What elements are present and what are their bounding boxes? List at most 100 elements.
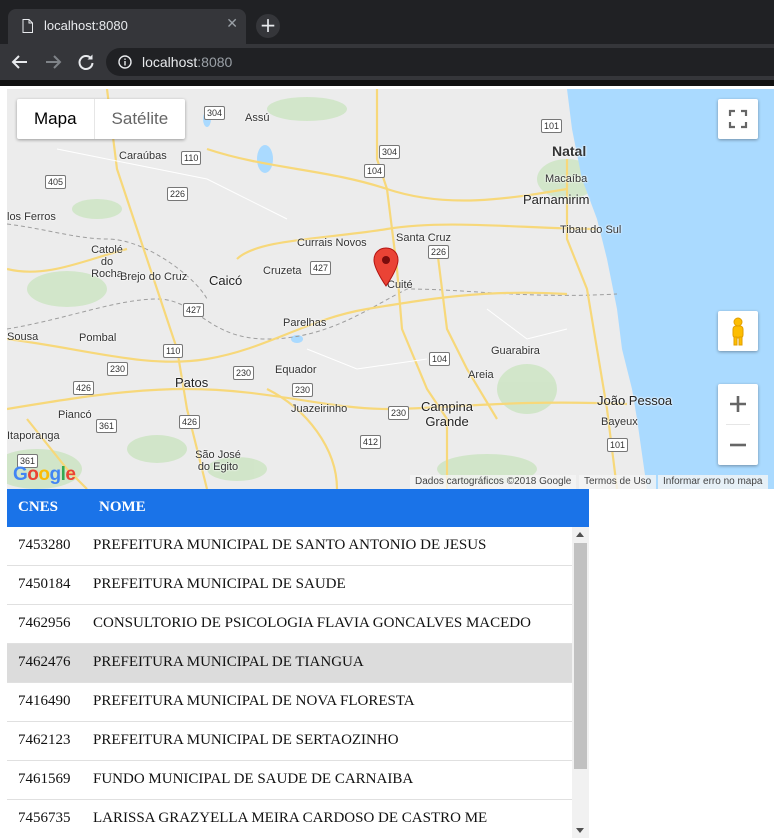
cell-cnes: 7450184 (18, 576, 71, 592)
table-scrollbar[interactable] (572, 527, 589, 838)
cell-cnes: 7453280 (18, 537, 71, 553)
road-shield: 427 (310, 261, 332, 275)
zoom-out-icon[interactable] (718, 425, 758, 465)
cell-cnes: 7461569 (18, 771, 71, 787)
map-label-caraubas: Caraúbas (119, 150, 167, 162)
road-shield: 230 (233, 366, 255, 380)
road-shield: 304 (204, 106, 226, 120)
map-label-bayeux: Bayeux (601, 416, 638, 428)
street-view-button[interactable] (718, 311, 758, 351)
map-label-equador: Equador (275, 364, 317, 376)
fullscreen-icon (728, 109, 748, 129)
map-type-control: Mapa Satélite (17, 99, 186, 139)
info-icon[interactable] (118, 55, 132, 69)
map-label-parelhas: Parelhas (283, 317, 327, 329)
cell-nome: PREFEITURA MUNICIPAL DE SERTAOZINHO (93, 732, 399, 748)
back-icon[interactable] (9, 51, 31, 73)
map-type-satellite-button[interactable]: Satélite (93, 99, 186, 139)
scroll-up-icon[interactable] (576, 532, 584, 537)
zoom-in-icon[interactable] (718, 384, 758, 424)
map-label-natal: Natal (552, 143, 587, 159)
results-table: CNES NOME 7453280 PREFEITURA MUNICIPAL D… (7, 489, 589, 838)
page-icon (22, 19, 33, 33)
browser-tab[interactable]: localhost:8080 ✕ (8, 9, 246, 44)
reload-icon[interactable] (75, 51, 97, 73)
map-marker-icon[interactable] (373, 247, 399, 287)
map-label-pombal: Pombal (79, 332, 117, 344)
road-shield: 230 (388, 406, 410, 420)
google-logo[interactable]: Google (13, 464, 76, 486)
road-shield: 110 (181, 151, 202, 165)
road-shield: 104 (429, 352, 451, 366)
cell-nome: FUNDO MUNICIPAL DE SAUDE DE CARNAIBA (93, 771, 414, 787)
road-shield: 230 (292, 383, 314, 397)
browser-toolbar: localhost:8080 (0, 44, 774, 80)
map-label-campina: Campina Grande (420, 399, 474, 429)
url-port: :8080 (197, 54, 233, 70)
map-label-cruzeta: Cruzeta (263, 265, 302, 277)
map-label-tibau: Tibau do Sul (560, 224, 622, 236)
table-row[interactable]: 7416490 PREFEITURA MUNICIPAL DE NOVA FLO… (7, 683, 572, 722)
road-shield: 230 (107, 362, 129, 376)
cell-nome: PREFEITURA MUNICIPAL DE SAUDE (93, 576, 346, 592)
scroll-down-icon[interactable] (576, 828, 584, 833)
table-row[interactable]: 7462956 CONSULTORIO DE PSICOLOGIA FLAVIA… (7, 605, 572, 644)
table-body: 7453280 PREFEITURA MUNICIPAL DE SANTO AN… (7, 527, 572, 838)
cell-nome: CONSULTORIO DE PSICOLOGIA FLAVIA GONCALV… (93, 615, 531, 631)
road-shield: 361 (96, 419, 118, 433)
cell-cnes: 7462476 (18, 654, 71, 670)
table-row[interactable]: 7450184 PREFEITURA MUNICIPAL DE SAUDE (7, 566, 572, 605)
terms-link[interactable]: Termos de Uso (579, 475, 657, 489)
map-label-macaiba: Macaíba (545, 173, 588, 185)
map-label-pau-ferros: los Ferros (7, 211, 56, 223)
road-shield: 412 (360, 435, 382, 449)
map-label-joao-pessoa: João Pessoa (597, 393, 673, 408)
map-label-assu: Assú (245, 112, 270, 124)
road-shield: 101 (607, 438, 629, 452)
report-error-link[interactable]: Informar erro no mapa (658, 475, 768, 489)
road-shield: 110 (163, 344, 184, 358)
map-label-caico: Caicó (209, 273, 243, 288)
toolbar-divider (0, 80, 774, 86)
url-host: localhost (142, 54, 198, 70)
column-header-nome[interactable]: NOME (99, 499, 146, 516)
cell-nome: PREFEITURA MUNICIPAL DE TIANGUA (93, 654, 364, 670)
map-label-parnamirim: Parnamirim (523, 192, 590, 207)
table-row[interactable]: 7462123 PREFEITURA MUNICIPAL DE SERTAOZI… (7, 722, 572, 761)
cell-cnes: 7462123 (18, 732, 71, 748)
address-bar[interactable]: localhost:8080 (106, 48, 774, 76)
map-label-patos: Patos (175, 375, 209, 390)
cell-nome: PREFEITURA MUNICIPAL DE SANTO ANTONIO DE… (93, 537, 487, 553)
map-data-attribution: Dados cartográficos ©2018 Google (410, 475, 577, 489)
table-row[interactable]: 7461569 FUNDO MUNICIPAL DE SAUDE DE CARN… (7, 761, 572, 800)
cell-nome: PREFEITURA MUNICIPAL DE NOVA FLORESTA (93, 693, 415, 709)
road-shield: 405 (45, 175, 67, 189)
scrollbar-thumb[interactable] (574, 543, 587, 769)
map-label-pianco: Piancó (58, 409, 92, 421)
map-label-brejo: Brejo do Cruz (120, 271, 188, 283)
map-label-guarabira: Guarabira (491, 345, 540, 357)
tab-close-icon[interactable]: ✕ (226, 16, 238, 32)
column-header-cnes[interactable]: CNES (18, 499, 58, 516)
table-row[interactable]: 7456735 LARISSA GRAZYELLA MEIRA CARDOSO … (7, 800, 572, 838)
map-type-map-button[interactable]: Mapa (17, 99, 94, 139)
road-shield: 226 (167, 187, 189, 201)
browser-tabstrip: localhost:8080 ✕ + (0, 0, 774, 44)
zoom-control (718, 384, 758, 465)
road-shield: 426 (179, 415, 201, 429)
cell-nome: LARISSA GRAZYELLA MEIRA CARDOSO DE CASTR… (93, 810, 488, 826)
google-map[interactable]: Natal Macaíba Parnamirim Tibau do Sul Sa… (7, 89, 774, 489)
road-shield: 104 (364, 164, 386, 178)
new-tab-button[interactable]: + (256, 14, 280, 38)
fullscreen-button[interactable] (718, 99, 758, 139)
cell-cnes: 7456735 (18, 810, 71, 826)
road-shield: 427 (183, 303, 205, 317)
url-text: localhost:8080 (142, 54, 232, 70)
table-row-selected[interactable]: 7462476 PREFEITURA MUNICIPAL DE TIANGUA (7, 644, 572, 683)
map-label-sao-jose: São José do Egito (195, 449, 241, 473)
road-shield: 304 (379, 145, 401, 159)
road-shield: 426 (73, 381, 95, 395)
forward-icon[interactable] (42, 51, 64, 73)
map-label-santa-cruz: Santa Cruz (396, 232, 452, 244)
table-row[interactable]: 7453280 PREFEITURA MUNICIPAL DE SANTO AN… (7, 527, 572, 566)
